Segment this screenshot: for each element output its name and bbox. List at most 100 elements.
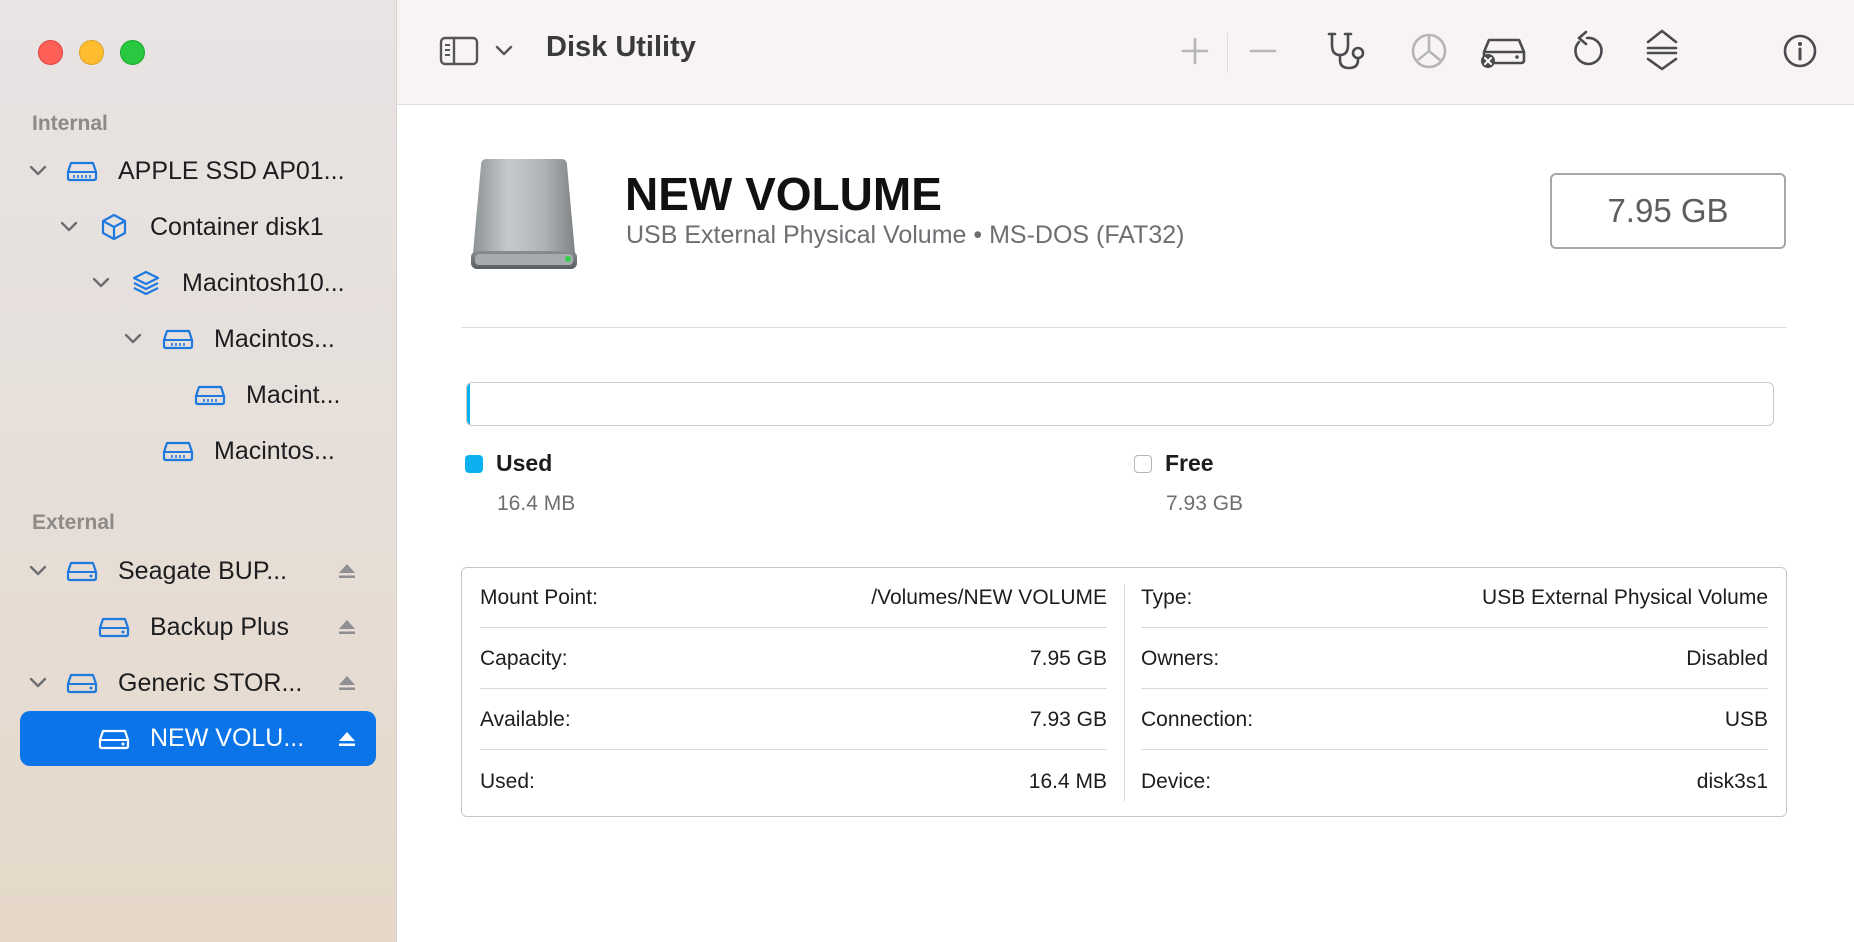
- sidebar-item-label: Seagate BUP...: [118, 556, 288, 585]
- restore-icon[interactable]: [1567, 29, 1607, 71]
- used-swatch: [465, 454, 483, 473]
- eject-icon[interactable]: [336, 728, 358, 750]
- remove-icon[interactable]: [1245, 33, 1281, 69]
- external-drive-icon: [98, 611, 130, 643]
- sidebar-item-label: Macintos...: [214, 436, 335, 465]
- drive-icon: [194, 379, 226, 411]
- drive-icon: [162, 435, 194, 467]
- chevron-down-icon[interactable]: [27, 560, 49, 582]
- chevron-down-icon[interactable]: [27, 672, 49, 694]
- info-value: USB External Physical Volume: [1482, 585, 1768, 609]
- usage-bar: [466, 382, 1774, 426]
- info-key: Connection:: [1141, 707, 1254, 731]
- close-window-button[interactable]: [38, 40, 63, 65]
- container-cube-icon: [98, 211, 130, 243]
- info-key: Owners:: [1141, 646, 1220, 670]
- sidebar-item-backup-plus[interactable]: Backup Plus: [20, 601, 376, 653]
- info-icon[interactable]: [1780, 31, 1820, 71]
- window-title: Disk Utility: [546, 31, 696, 63]
- usage-bar-used-segment: [467, 383, 470, 425]
- chevron-down-icon[interactable]: [27, 160, 49, 182]
- sidebar-item-container-disk1[interactable]: Container disk1: [20, 201, 376, 253]
- sidebar: Internal APPLE SSD AP01... Container dis…: [0, 0, 397, 942]
- info-key: Device:: [1141, 770, 1212, 793]
- info-row-mount-point: Mount Point: /Volumes/NEW VOLUME: [480, 568, 1107, 628]
- sidebar-item-label: Macintos...: [214, 324, 335, 353]
- eject-icon[interactable]: [336, 560, 358, 582]
- external-drive-icon: [98, 723, 130, 755]
- toolbar: Disk Utility: [397, 0, 1854, 105]
- window-controls: [38, 40, 145, 65]
- info-key: Type:: [1141, 585, 1193, 609]
- info-row-device: Device: disk3s1: [1141, 752, 1768, 812]
- drive-icon: [162, 323, 194, 355]
- external-drive-icon: [66, 555, 98, 587]
- sidebar-item-label: Macint...: [246, 380, 341, 409]
- info-row-connection: Connection: USB: [1141, 690, 1768, 750]
- section-header-external: External: [32, 511, 115, 534]
- info-value: /Volumes/NEW VOLUME: [871, 585, 1107, 609]
- legend-free-value: 7.93 GB: [1166, 492, 1244, 515]
- sidebar-item-label: APPLE SSD AP01...: [118, 156, 345, 185]
- info-value: disk3s1: [1696, 770, 1768, 793]
- external-drive-icon: [66, 667, 98, 699]
- info-key: Available:: [480, 707, 571, 731]
- erase-icon[interactable]: [1479, 32, 1527, 72]
- sidebar-item-macintosh-snapshot[interactable]: Macint...: [20, 369, 376, 421]
- sidebar-item-label: Generic STOR...: [118, 668, 303, 697]
- info-row-capacity: Capacity: 7.95 GB: [480, 629, 1107, 689]
- info-key: Capacity:: [480, 646, 568, 670]
- sidebar-item-label: NEW VOLU...: [150, 724, 305, 752]
- view-menu-chevron-icon[interactable]: [493, 40, 515, 62]
- legend-free-label: Free: [1165, 450, 1214, 476]
- legend-used-value: 16.4 MB: [497, 492, 576, 515]
- info-value: 7.93 GB: [1029, 707, 1107, 731]
- info-row-type: Type: USB External Physical Volume: [1141, 568, 1768, 628]
- free-swatch: [1134, 454, 1152, 473]
- sidebar-item-label: Backup Plus: [150, 612, 289, 641]
- sidebar-toggle-icon[interactable]: [439, 33, 479, 69]
- info-row-owners: Owners: Disabled: [1141, 629, 1768, 689]
- first-aid-stethoscope-icon[interactable]: [1325, 28, 1371, 74]
- info-key: Used:: [480, 770, 535, 793]
- info-value: Disabled: [1686, 646, 1768, 670]
- sidebar-item-macintosh-volume-group[interactable]: Macintosh10...: [20, 257, 376, 309]
- info-key: Mount Point:: [480, 585, 598, 609]
- disk-utility-window: Internal APPLE SSD AP01... Container dis…: [0, 0, 1854, 942]
- sidebar-item-new-volume[interactable]: NEW VOLU...: [20, 711, 376, 766]
- external-volume-icon: [465, 155, 583, 282]
- sidebar-item-macintosh-hd[interactable]: Macintos...: [20, 313, 376, 365]
- partition-icon[interactable]: [1409, 31, 1449, 71]
- volume-info-table: Mount Point: /Volumes/NEW VOLUME Capacit…: [461, 567, 1787, 817]
- chevron-down-icon[interactable]: [90, 272, 112, 294]
- sidebar-item-macintosh-data[interactable]: Macintos...: [20, 425, 376, 477]
- legend-used: Used: [465, 450, 552, 477]
- volume-size-badge: 7.95 GB: [1550, 173, 1786, 249]
- chevron-down-icon[interactable]: [122, 328, 144, 350]
- eject-icon[interactable]: [336, 616, 358, 638]
- header-divider: [461, 327, 1787, 328]
- legend-free: Free: [1134, 450, 1214, 477]
- info-value: 16.4 MB: [1028, 770, 1107, 793]
- sidebar-item-label: Macintosh10...: [182, 268, 345, 297]
- volume-name: NEW VOLUME: [625, 168, 942, 220]
- mount-icon[interactable]: [1642, 27, 1682, 73]
- section-header-internal: Internal: [32, 112, 108, 135]
- volume-subtitle: USB External Physical Volume • MS-DOS (F…: [626, 221, 1185, 249]
- zoom-window-button[interactable]: [120, 40, 145, 65]
- info-value: 7.95 GB: [1029, 646, 1107, 670]
- add-icon[interactable]: [1177, 33, 1213, 69]
- info-value: USB: [1724, 707, 1768, 731]
- eject-icon[interactable]: [336, 672, 358, 694]
- info-row-used: Used: 16.4 MB: [480, 752, 1107, 812]
- volume-stack-icon: [130, 267, 162, 299]
- sidebar-item-label: Container disk1: [150, 212, 324, 241]
- info-row-available: Available: 7.93 GB: [480, 690, 1107, 750]
- column-divider: [1124, 584, 1125, 801]
- toolbar-separator: [1227, 33, 1228, 73]
- sidebar-item-generic-storage[interactable]: Generic STOR...: [20, 657, 376, 709]
- sidebar-item-apple-ssd[interactable]: APPLE SSD AP01...: [20, 145, 376, 197]
- sidebar-item-seagate[interactable]: Seagate BUP...: [20, 545, 376, 597]
- minimize-window-button[interactable]: [79, 40, 104, 65]
- chevron-down-icon[interactable]: [58, 216, 80, 238]
